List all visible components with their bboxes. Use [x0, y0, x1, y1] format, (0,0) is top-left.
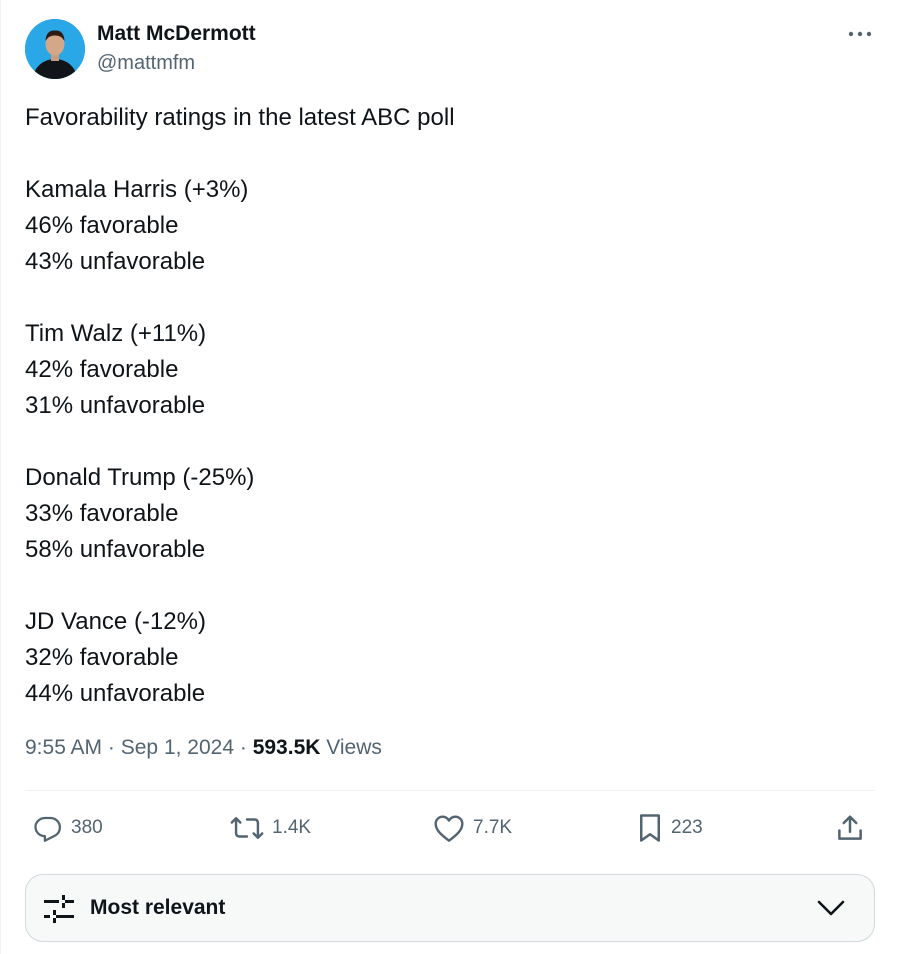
- repost-icon: [230, 817, 264, 839]
- bookmark-button[interactable]: 223: [637, 805, 703, 851]
- avatar[interactable]: [25, 19, 85, 79]
- tweet-line: 43% unfavorable: [25, 248, 206, 275]
- more-button[interactable]: [845, 21, 875, 47]
- share-button[interactable]: [835, 805, 865, 851]
- tweet-line: 46% favorable: [25, 212, 179, 239]
- divider: [25, 790, 875, 791]
- meta-separator: ·: [239, 736, 247, 759]
- author-name[interactable]: Matt McDermott: [97, 22, 256, 46]
- meta-separator: ·: [107, 736, 115, 759]
- avatar-image: [25, 19, 85, 79]
- reply-button[interactable]: 380: [33, 805, 103, 851]
- tweet-line: 58% unfavorable: [25, 536, 206, 563]
- action-bar: 380 1.4K 7.7K 223: [25, 805, 875, 851]
- tweet-line: Donald Trump (-25%): [25, 464, 255, 491]
- reply-count: 380: [71, 817, 103, 838]
- tweet-line: 31% unfavorable: [25, 392, 206, 419]
- tweet-line: 44% unfavorable: [25, 680, 206, 707]
- sort-label: Most relevant: [90, 896, 226, 919]
- tweet-line: 33% favorable: [25, 500, 179, 527]
- sort-dropdown[interactable]: Most relevant: [25, 874, 875, 942]
- repost-count: 1.4K: [272, 817, 312, 838]
- tweet-time[interactable]: 9:55 AM: [25, 736, 102, 759]
- heart-icon: [434, 815, 464, 842]
- bookmark-icon: [640, 814, 660, 842]
- bookmark-count: 223: [671, 817, 703, 838]
- sliders-icon: [44, 895, 74, 923]
- left-border: [0, 0, 1, 954]
- tweet-text: Favorability ratings in the latest ABC p…: [25, 100, 875, 712]
- tweet-line: Tim Walz (+11%): [25, 320, 207, 347]
- views-count: 593.5K: [252, 736, 321, 759]
- repost-button[interactable]: 1.4K: [230, 805, 311, 851]
- like-button[interactable]: 7.7K: [433, 805, 512, 851]
- tweet-line: Favorability ratings in the latest ABC p…: [25, 104, 455, 131]
- tweet-line: JD Vance (-12%): [25, 608, 206, 635]
- tweet-line: 32% favorable: [25, 644, 179, 671]
- tweet-line: Kamala Harris (+3%): [25, 176, 249, 203]
- more-icon: [848, 31, 872, 37]
- share-icon: [838, 815, 862, 840]
- like-count: 7.7K: [473, 817, 513, 838]
- author-handle[interactable]: @mattmfm: [97, 52, 195, 75]
- views-label: Views: [326, 736, 382, 759]
- tweet-line: 42% favorable: [25, 356, 179, 383]
- tweet-meta: 9:55 AM · Sep 1, 2024 · 593.5K Views: [25, 736, 382, 760]
- reply-icon: [34, 816, 61, 842]
- tweet-date[interactable]: Sep 1, 2024: [121, 736, 234, 759]
- tweet-header: Matt McDermott @mattmfm: [25, 19, 875, 79]
- chevron-down-icon: [817, 900, 845, 916]
